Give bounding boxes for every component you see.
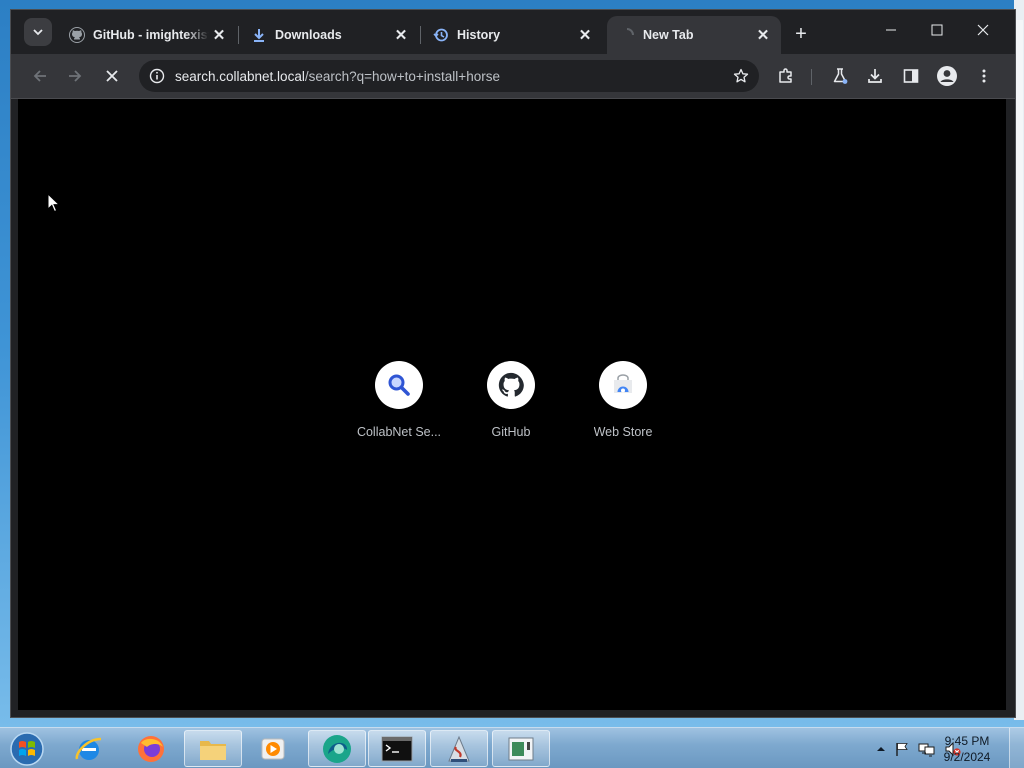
side-panel-button[interactable]: [895, 60, 927, 92]
profile-button[interactable]: [931, 60, 963, 92]
arrow-left-icon: [33, 70, 46, 82]
shortcut-github[interactable]: GitHub: [455, 361, 567, 451]
shortcut-tile: [599, 361, 647, 409]
action-center-flag-icon[interactable]: [894, 741, 910, 757]
flask-icon: [833, 68, 848, 84]
command-prompt-icon: [381, 736, 413, 761]
download-icon: [251, 27, 267, 43]
taskbar-file-explorer[interactable]: [184, 730, 242, 767]
back-button[interactable]: [24, 60, 56, 92]
show-desktop-button[interactable]: [1009, 728, 1024, 768]
shortcut-web-store[interactable]: Web Store: [567, 361, 679, 451]
downloads-button[interactable]: [859, 60, 891, 92]
menu-button[interactable]: [968, 60, 1000, 92]
history-icon: [433, 27, 449, 43]
shortcut-tile: [375, 361, 423, 409]
browser-window: GitHub - imightexist ✕ Downloads ✕ Histo…: [11, 10, 1015, 717]
tab-close-button[interactable]: ✕: [753, 25, 773, 45]
tab-history[interactable]: History ✕: [421, 16, 603, 54]
tab-title: History: [457, 28, 501, 42]
avatar-icon: [937, 66, 957, 86]
extensions-button[interactable]: [770, 60, 802, 92]
tab-close-button[interactable]: ✕: [575, 25, 595, 45]
minimize-icon: [886, 29, 896, 31]
taskbar-media-player[interactable]: [244, 730, 302, 767]
taskbar-document-app[interactable]: [492, 730, 550, 767]
java-app-icon: [448, 735, 470, 762]
maximize-button[interactable]: [914, 12, 960, 48]
start-button[interactable]: [5, 728, 49, 768]
taskbar-command-prompt[interactable]: [368, 730, 426, 767]
taskbar-clock[interactable]: 9:45 PM 9/2/2024: [934, 733, 1000, 765]
tab-title: New Tab: [643, 28, 694, 42]
arrow-right-icon: [69, 70, 82, 82]
shortcut-label: Web Store: [593, 425, 653, 439]
taskbar-firefox[interactable]: [122, 730, 180, 767]
tab-search-button[interactable]: [24, 18, 52, 46]
browser-toolbar: search.collabnet.local/search?q=how+to+i…: [11, 54, 1015, 99]
puzzle-icon: [779, 68, 792, 83]
desktop-scrollbar: [1014, 20, 1023, 380]
media-player-icon: [261, 738, 285, 759]
show-hidden-icons-icon[interactable]: [876, 744, 886, 754]
taskbar-java-app[interactable]: [430, 730, 488, 767]
taskbar: 9:45 PM 9/2/2024: [0, 727, 1024, 768]
tab-title: Downloads: [275, 28, 342, 42]
bookmark-star-icon[interactable]: [731, 66, 751, 86]
url-path: /search?q=how+to+install+horse: [304, 68, 500, 84]
document-app-icon: [508, 737, 534, 760]
loading-spinner-icon: [619, 27, 635, 43]
new-tab-button[interactable]: +: [787, 20, 815, 48]
shortcut-label: CollabNet Se...: [356, 425, 442, 439]
tab-new-tab[interactable]: New Tab ✕: [607, 16, 781, 54]
browser-app-icon: [323, 734, 351, 763]
address-bar-url: search.collabnet.local/search?q=how+to+i…: [175, 69, 500, 84]
forward-button[interactable]: [59, 60, 91, 92]
shortcut-tile: [487, 361, 535, 409]
shortcut-label: GitHub: [491, 425, 531, 439]
stop-loading-button[interactable]: [96, 60, 128, 92]
site-info-icon[interactable]: [147, 66, 167, 86]
tab-strip: GitHub - imightexist ✕ Downloads ✕ Histo…: [11, 10, 1015, 54]
mouse-cursor-icon: [47, 193, 61, 213]
github-icon: [498, 372, 524, 397]
close-icon: [977, 24, 989, 36]
more-vert-icon: [982, 69, 986, 83]
chevron-down-icon: [33, 29, 43, 36]
close-window-button[interactable]: [960, 12, 1006, 48]
web-store-icon: [614, 374, 632, 393]
file-explorer-icon: [200, 740, 226, 760]
address-bar[interactable]: search.collabnet.local/search?q=how+to+i…: [139, 60, 759, 92]
tab-close-button[interactable]: ✕: [209, 25, 229, 45]
toolbar-divider: [811, 69, 812, 85]
side-panel-icon: [903, 69, 919, 83]
clock-date: 9/2/2024: [943, 750, 991, 764]
new-tab-page: CollabNet Se... GitHub Web Store: [18, 99, 1006, 710]
github-icon: [69, 27, 85, 43]
taskbar-internet-explorer[interactable]: [60, 730, 118, 767]
close-icon: [106, 70, 118, 82]
maximize-icon: [931, 24, 943, 36]
minimize-button[interactable]: [868, 12, 914, 48]
tab-github[interactable]: GitHub - imightexist ✕: [57, 16, 237, 54]
start-orb-icon: [10, 731, 44, 766]
desktop-window-edge: [1014, 0, 1024, 720]
taskbar-browser-app[interactable]: [308, 730, 366, 767]
firefox-icon: [138, 735, 164, 762]
download-icon: [868, 69, 882, 83]
tab-close-button[interactable]: ✕: [391, 25, 411, 45]
shortcut-collabnet-search[interactable]: CollabNet Se...: [343, 361, 455, 451]
tab-downloads[interactable]: Downloads ✕: [239, 16, 419, 54]
url-host: search.collabnet.local: [175, 68, 305, 84]
labs-button[interactable]: [824, 60, 856, 92]
internet-explorer-icon: [75, 737, 102, 760]
search-magnifier-icon: [388, 374, 410, 396]
clock-time: 9:45 PM: [944, 734, 990, 748]
tab-title: GitHub - imightexist: [93, 28, 209, 42]
